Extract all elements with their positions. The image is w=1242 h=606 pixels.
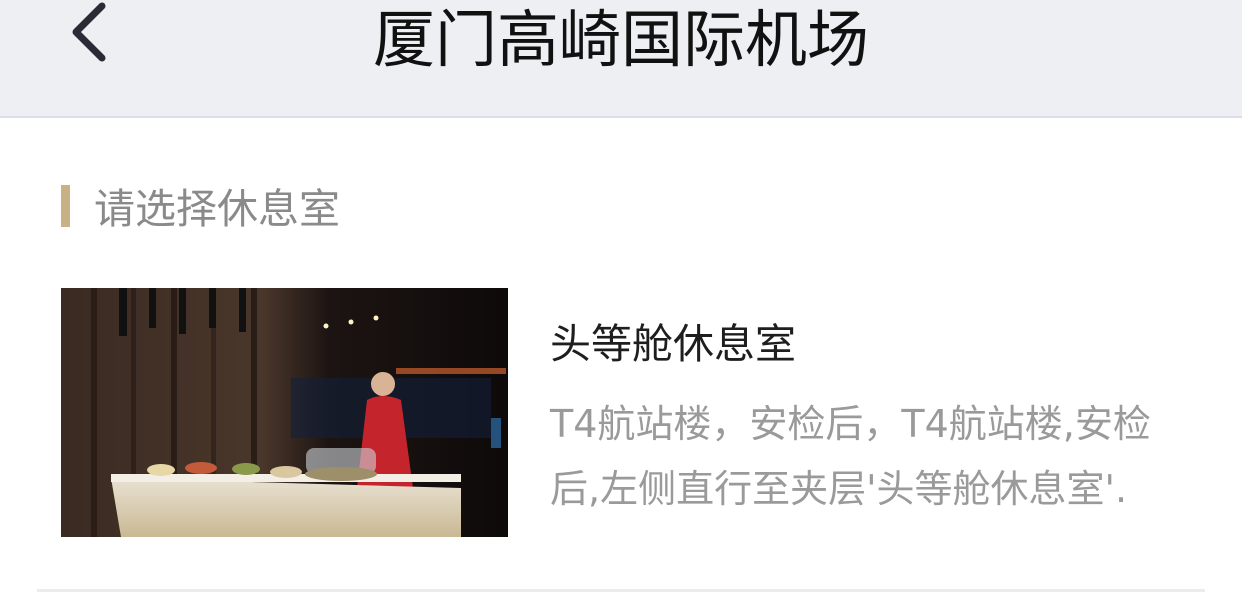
- lounge-photo: [61, 288, 508, 537]
- section-title: 请选择休息室: [94, 185, 340, 233]
- page-title: 厦门高崎国际机场: [372, 3, 869, 76]
- lounge-list-item[interactable]: 头等舱休息室 T4航站楼，安检后，T4航站楼,安检后,左侧直行至夹层'头等舱休息…: [0, 288, 1242, 590]
- list-divider: [37, 589, 1205, 592]
- lounge-location: T4航站楼，安检后，T4航站楼,安检后,左侧直行至夹层'头等舱休息室'.: [550, 402, 1151, 511]
- lounge-name: 头等舱休息室: [550, 320, 796, 368]
- navigation-bar: 厦门高崎国际机场: [0, 0, 1242, 118]
- section-accent-bar: [61, 185, 70, 227]
